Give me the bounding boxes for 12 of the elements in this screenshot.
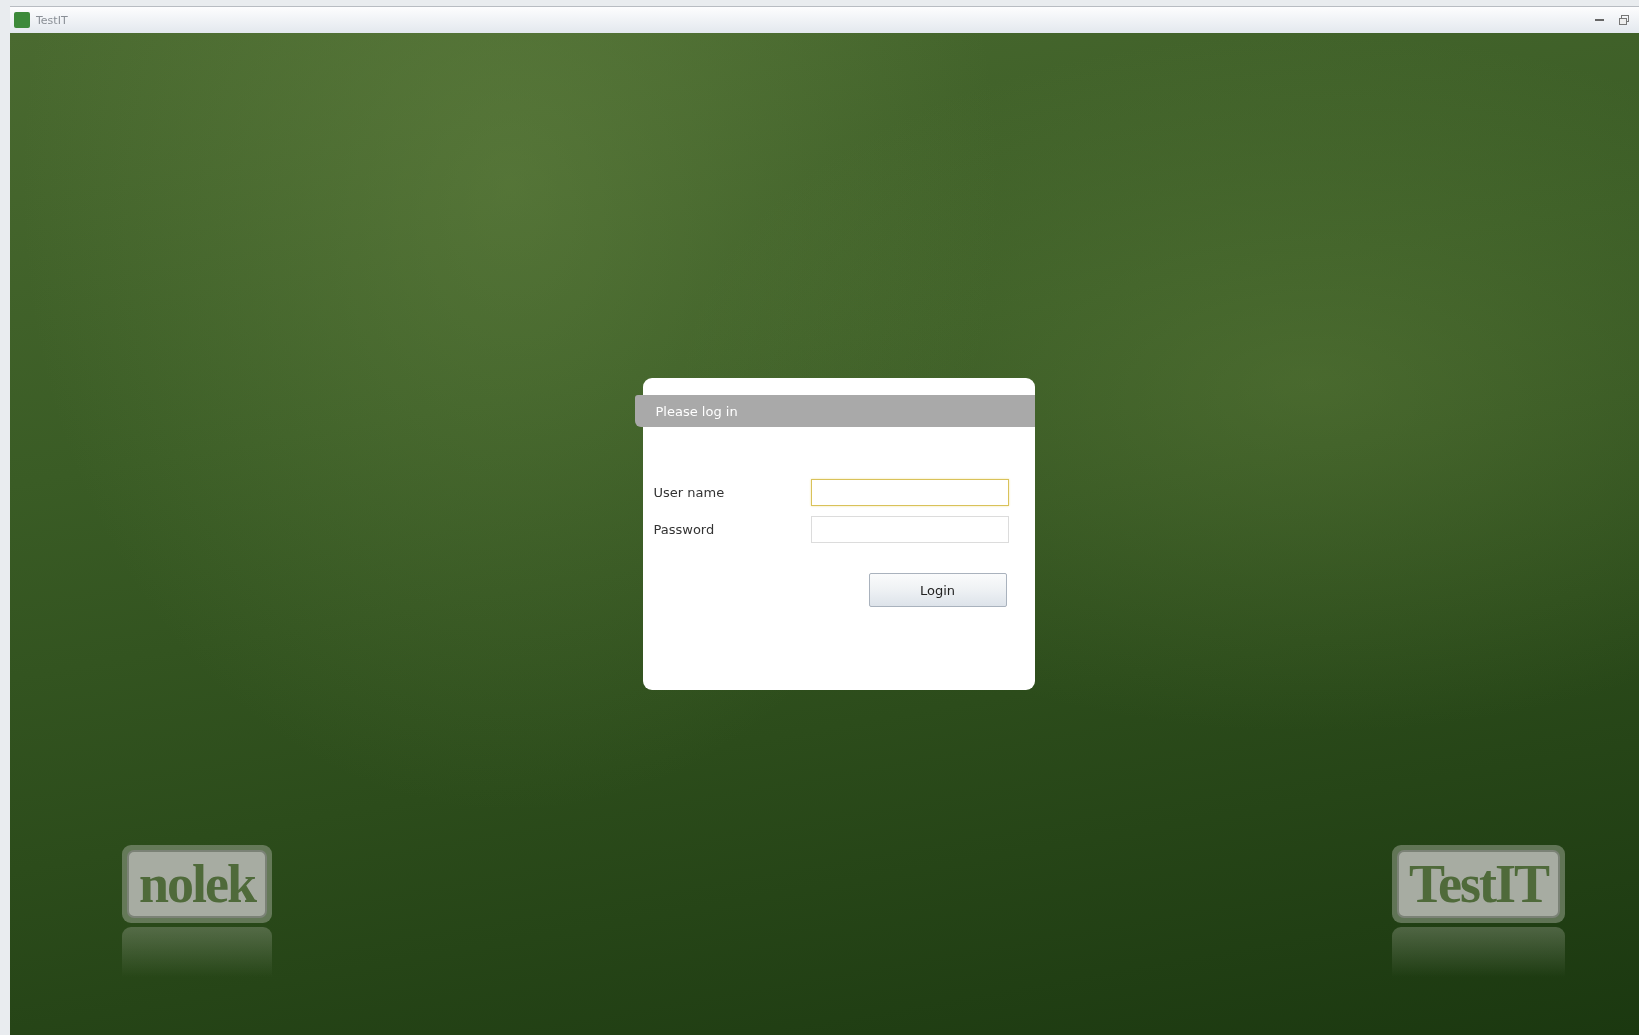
minimize-icon (1595, 18, 1605, 22)
input-field[interactable] (810, 479, 1009, 506)
login-button[interactable]: Login (868, 573, 1007, 607)
app-icon (14, 12, 30, 28)
restore-icon (1619, 15, 1629, 25)
window-title: TestIT (36, 13, 69, 27)
logo-text: nolek (127, 850, 268, 918)
field-label: User name (653, 485, 726, 500)
dialog-title: Please log in (655, 403, 738, 419)
logo-text: TestIT (1396, 850, 1560, 918)
input-field[interactable] (810, 516, 1009, 543)
field-label: Password (653, 522, 716, 537)
